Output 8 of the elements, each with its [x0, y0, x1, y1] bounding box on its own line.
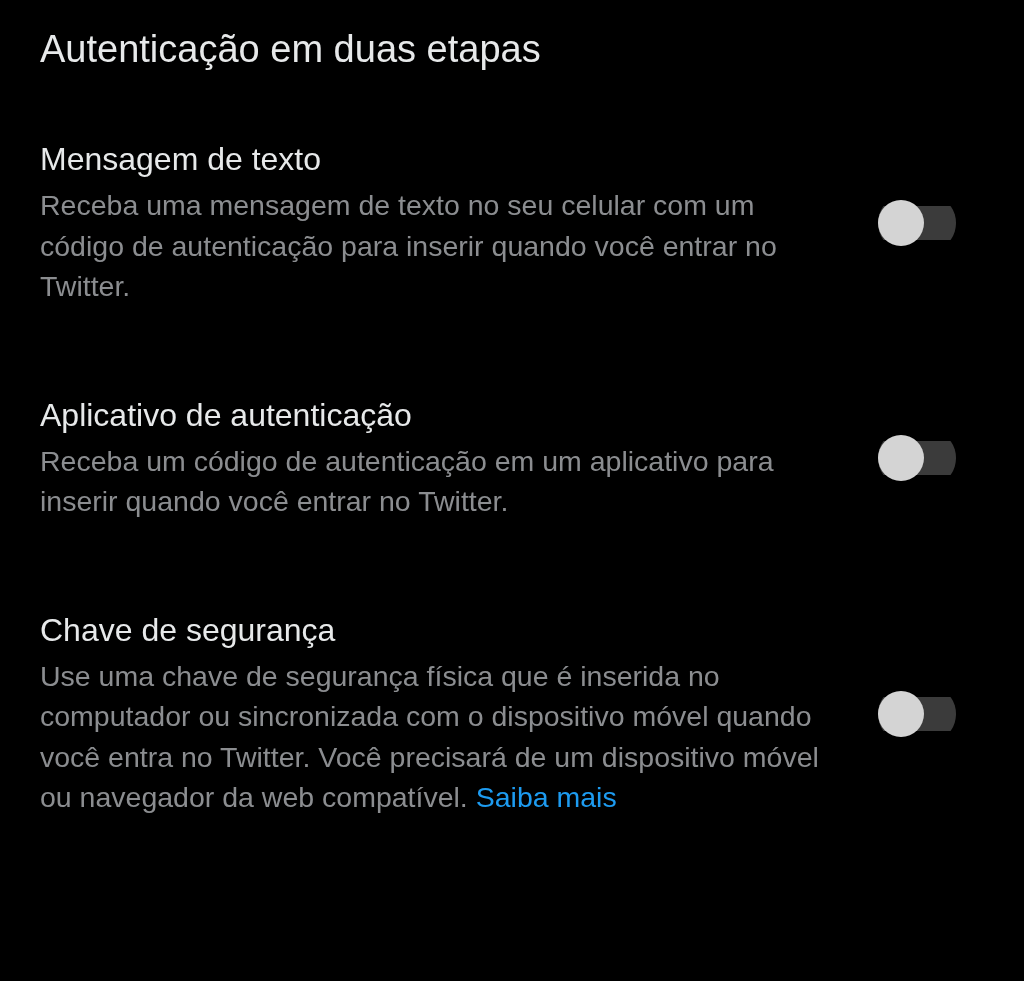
learn-more-link[interactable]: Saiba mais — [475, 781, 617, 813]
page-title: Autenticação em duas etapas — [40, 28, 542, 71]
option-description: Receba uma mensagem de texto no seu celular com um código de autenticação para inserir quando você entrar no Twitter. — [40, 188, 778, 304]
option-description: Use uma chave de segurança física que é inserida no computador ou sincronizada com o dispositivo móvel quando você entra no Twitter. Você precisará de um dispositivo móvel ou navegador da web compatível. Saiba mais — [40, 658, 820, 815]
option-title: Aplicativo de autenticação — [40, 395, 413, 435]
option-title: Chave de segurança — [40, 610, 337, 650]
option-title: Mensagem de texto — [40, 140, 323, 179]
option-description: Receba um código de autenticação em um aplicativo para inserir quando você entrar no Twitter. — [40, 443, 775, 519]
